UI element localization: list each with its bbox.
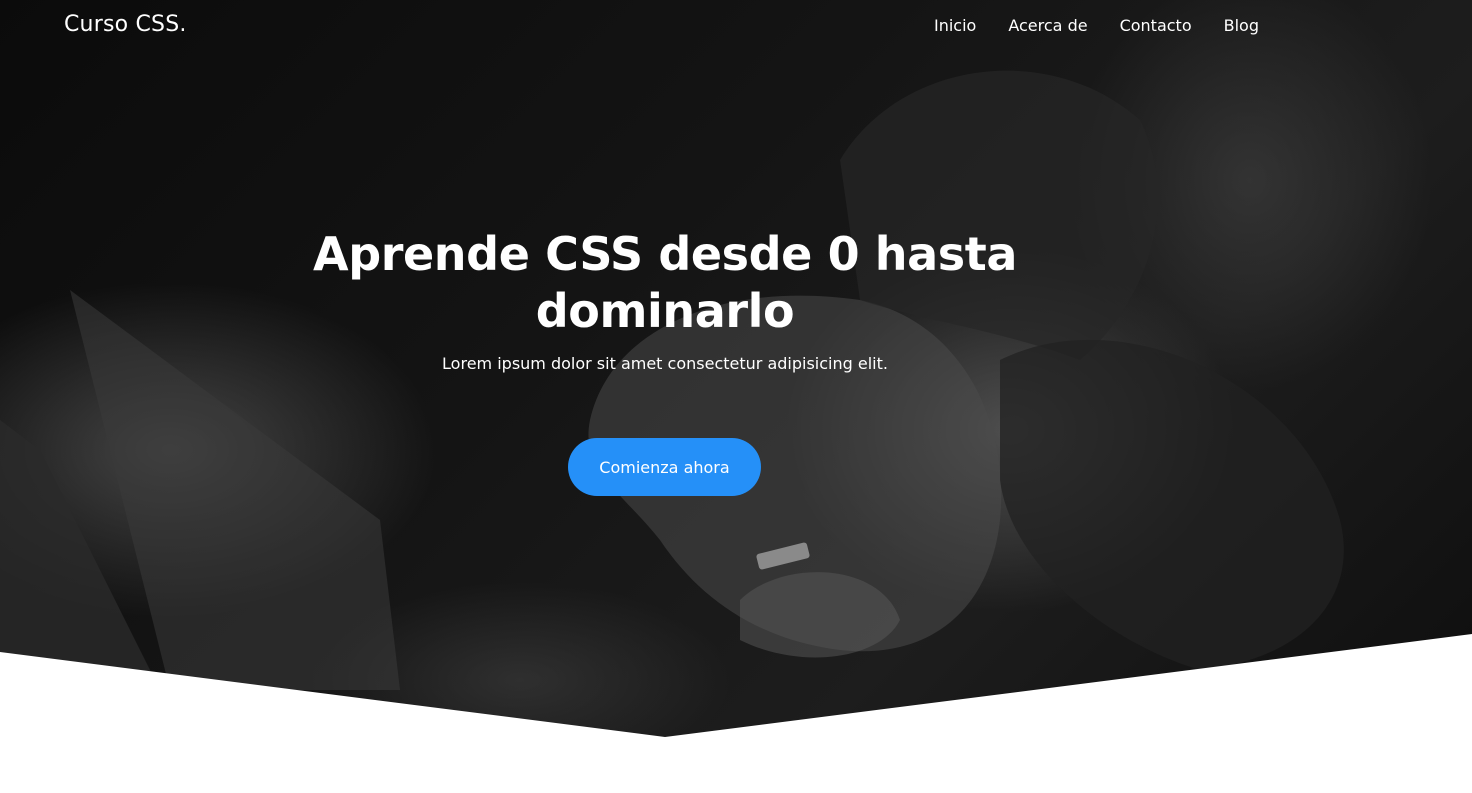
start-now-button[interactable]: Comienza ahora <box>568 438 761 496</box>
hero-content: Aprende CSS desde 0 hasta dominarlo Lore… <box>310 226 1020 373</box>
logo[interactable]: Curso CSS. <box>64 12 187 37</box>
nav-link-inicio[interactable]: Inicio <box>934 16 976 35</box>
nav-link-blog[interactable]: Blog <box>1224 16 1259 35</box>
main-nav: Inicio Acerca de Contacto Blog <box>934 16 1259 35</box>
nav-link-contacto[interactable]: Contacto <box>1120 16 1192 35</box>
hero-subtitle: Lorem ipsum dolor sit amet consectetur a… <box>442 354 888 373</box>
hero-title: Aprende CSS desde 0 hasta dominarlo <box>313 227 1017 338</box>
nav-link-acerca-de[interactable]: Acerca de <box>1008 16 1087 35</box>
navbar: Curso CSS. Inicio Acerca de Contacto Blo… <box>0 0 1472 54</box>
hero-bottom-shape <box>0 634 1472 793</box>
hero-section: Curso CSS. Inicio Acerca de Contacto Blo… <box>0 0 1472 793</box>
